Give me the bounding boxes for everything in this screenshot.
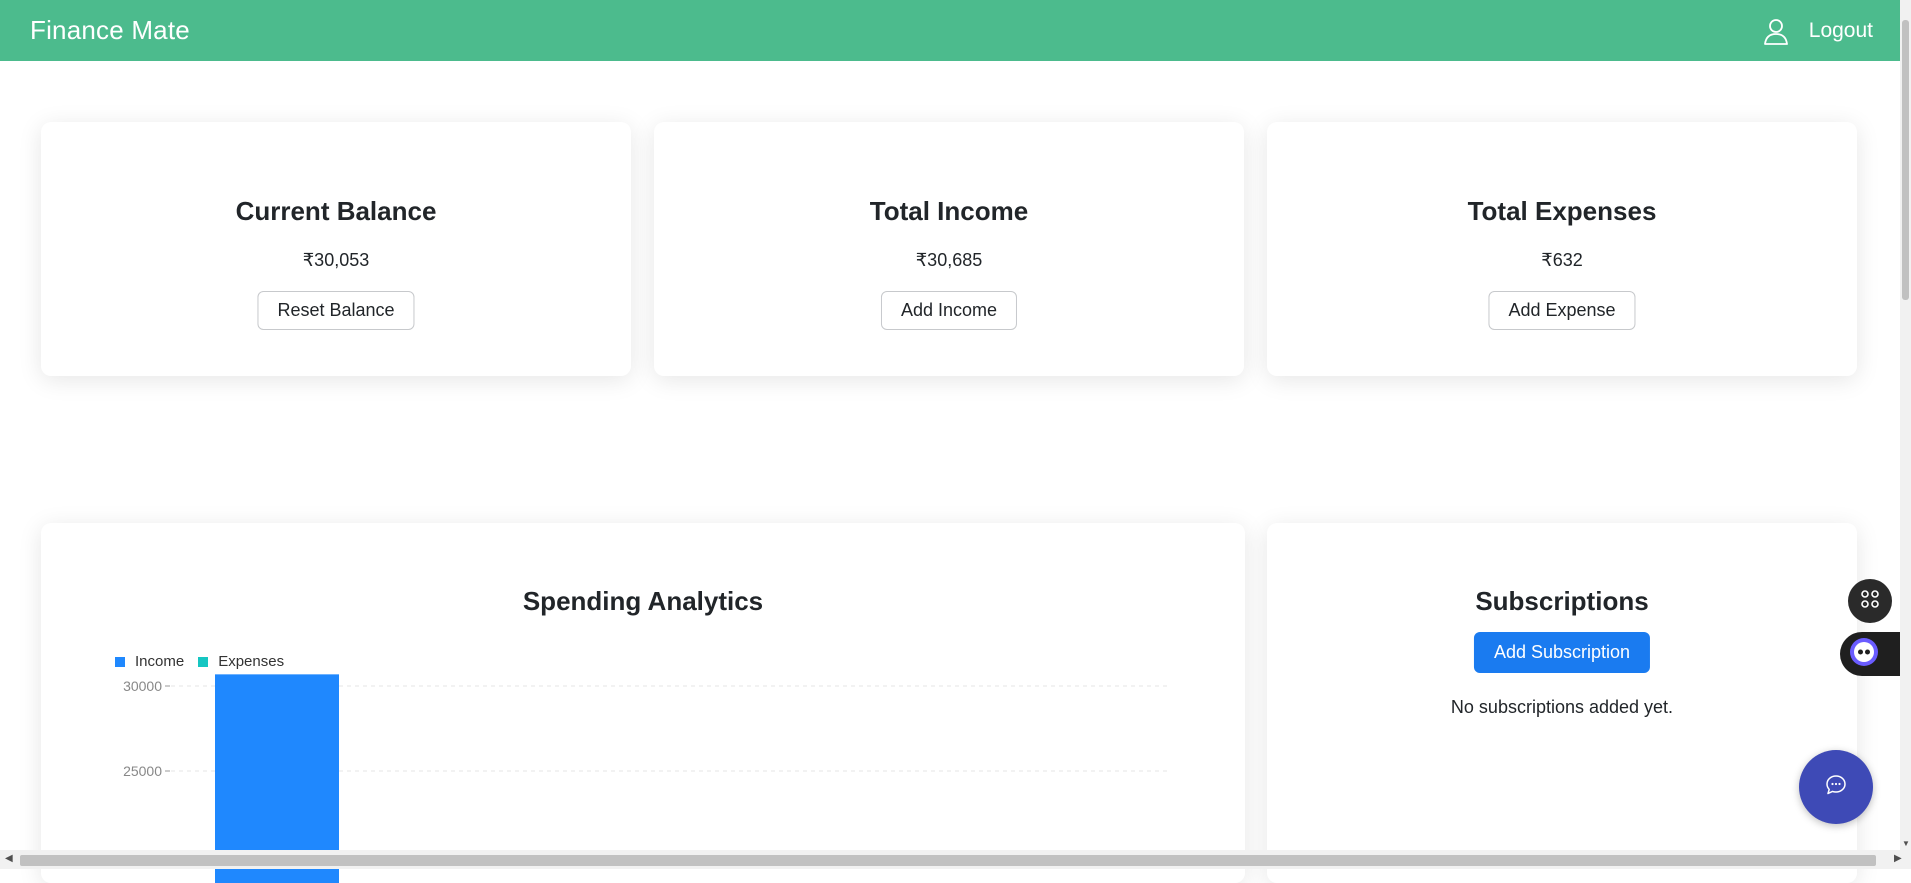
vertical-scroll-thumb[interactable]: [1902, 20, 1909, 300]
card-title: Total Expenses: [1467, 196, 1657, 226]
legend-item-expenses[interactable]: Expenses: [198, 653, 284, 670]
income-amount: ₹30,685: [915, 250, 983, 270]
ai-assistant-button[interactable]: [1840, 632, 1900, 676]
vertical-scrollbar[interactable]: ▼: [1900, 0, 1911, 850]
add-income-button[interactable]: Add Income: [880, 291, 1018, 330]
ai-bot-icon: [1849, 637, 1879, 672]
logout-link[interactable]: Logout: [1809, 19, 1873, 43]
reset-balance-button[interactable]: Reset Balance: [257, 291, 415, 330]
legend-swatch: [198, 656, 209, 667]
current-balance-card: Current Balance ₹30,053 Reset Balance: [41, 122, 631, 376]
user-icon[interactable]: [1763, 17, 1789, 45]
total-expenses-card: Total Expenses ₹632 Add Expense: [1267, 122, 1857, 376]
card-title: Total Income: [869, 196, 1029, 226]
total-income-card: Total Income ₹30,685 Add Income: [654, 122, 1244, 376]
add-expense-button[interactable]: Add Expense: [1488, 291, 1636, 330]
y-tick-label: 30000: [123, 678, 162, 694]
legend-swatch: [115, 656, 125, 667]
spending-analytics-card: Spending Analytics 30000 25000 Income Exp…: [41, 523, 1245, 883]
subscriptions-empty-text: No subscriptions added yet.: [1450, 697, 1674, 717]
chart-legend: Income Expenses: [115, 653, 284, 670]
horizontal-scroll-thumb[interactable]: [20, 855, 1876, 866]
scroll-down-arrow-icon[interactable]: ▼: [1902, 840, 1910, 848]
subscriptions-title: Subscriptions: [1475, 586, 1649, 616]
legend-item-income[interactable]: Income: [115, 653, 184, 670]
app-brand[interactable]: Finance Mate: [30, 15, 190, 46]
expenses-amount: ₹632: [1541, 250, 1583, 270]
balance-amount: ₹30,053: [302, 250, 370, 270]
chat-bubble-icon: [1825, 774, 1847, 801]
top-navbar: Finance Mate Logout: [0, 0, 1900, 61]
horizontal-scrollbar[interactable]: ◀ ▶: [0, 850, 1911, 869]
card-title: Current Balance: [235, 196, 437, 226]
legend-label: Expenses: [218, 653, 285, 670]
chat-button[interactable]: [1799, 750, 1873, 824]
y-tick-label: 25000: [123, 763, 162, 779]
add-subscription-button[interactable]: Add Subscription: [1473, 632, 1651, 673]
legend-label: Income: [135, 653, 185, 670]
scroll-right-arrow-icon[interactable]: ▶: [1894, 854, 1902, 864]
grid-icon: [1860, 589, 1880, 614]
spending-chart: 30000 25000: [123, 674, 1171, 883]
grid-widget-button[interactable]: [1848, 579, 1892, 623]
subscriptions-card: Subscriptions Add Subscription No subscr…: [1267, 523, 1857, 883]
nav-actions: Logout: [1763, 17, 1873, 45]
scroll-left-arrow-icon[interactable]: ◀: [5, 854, 13, 864]
